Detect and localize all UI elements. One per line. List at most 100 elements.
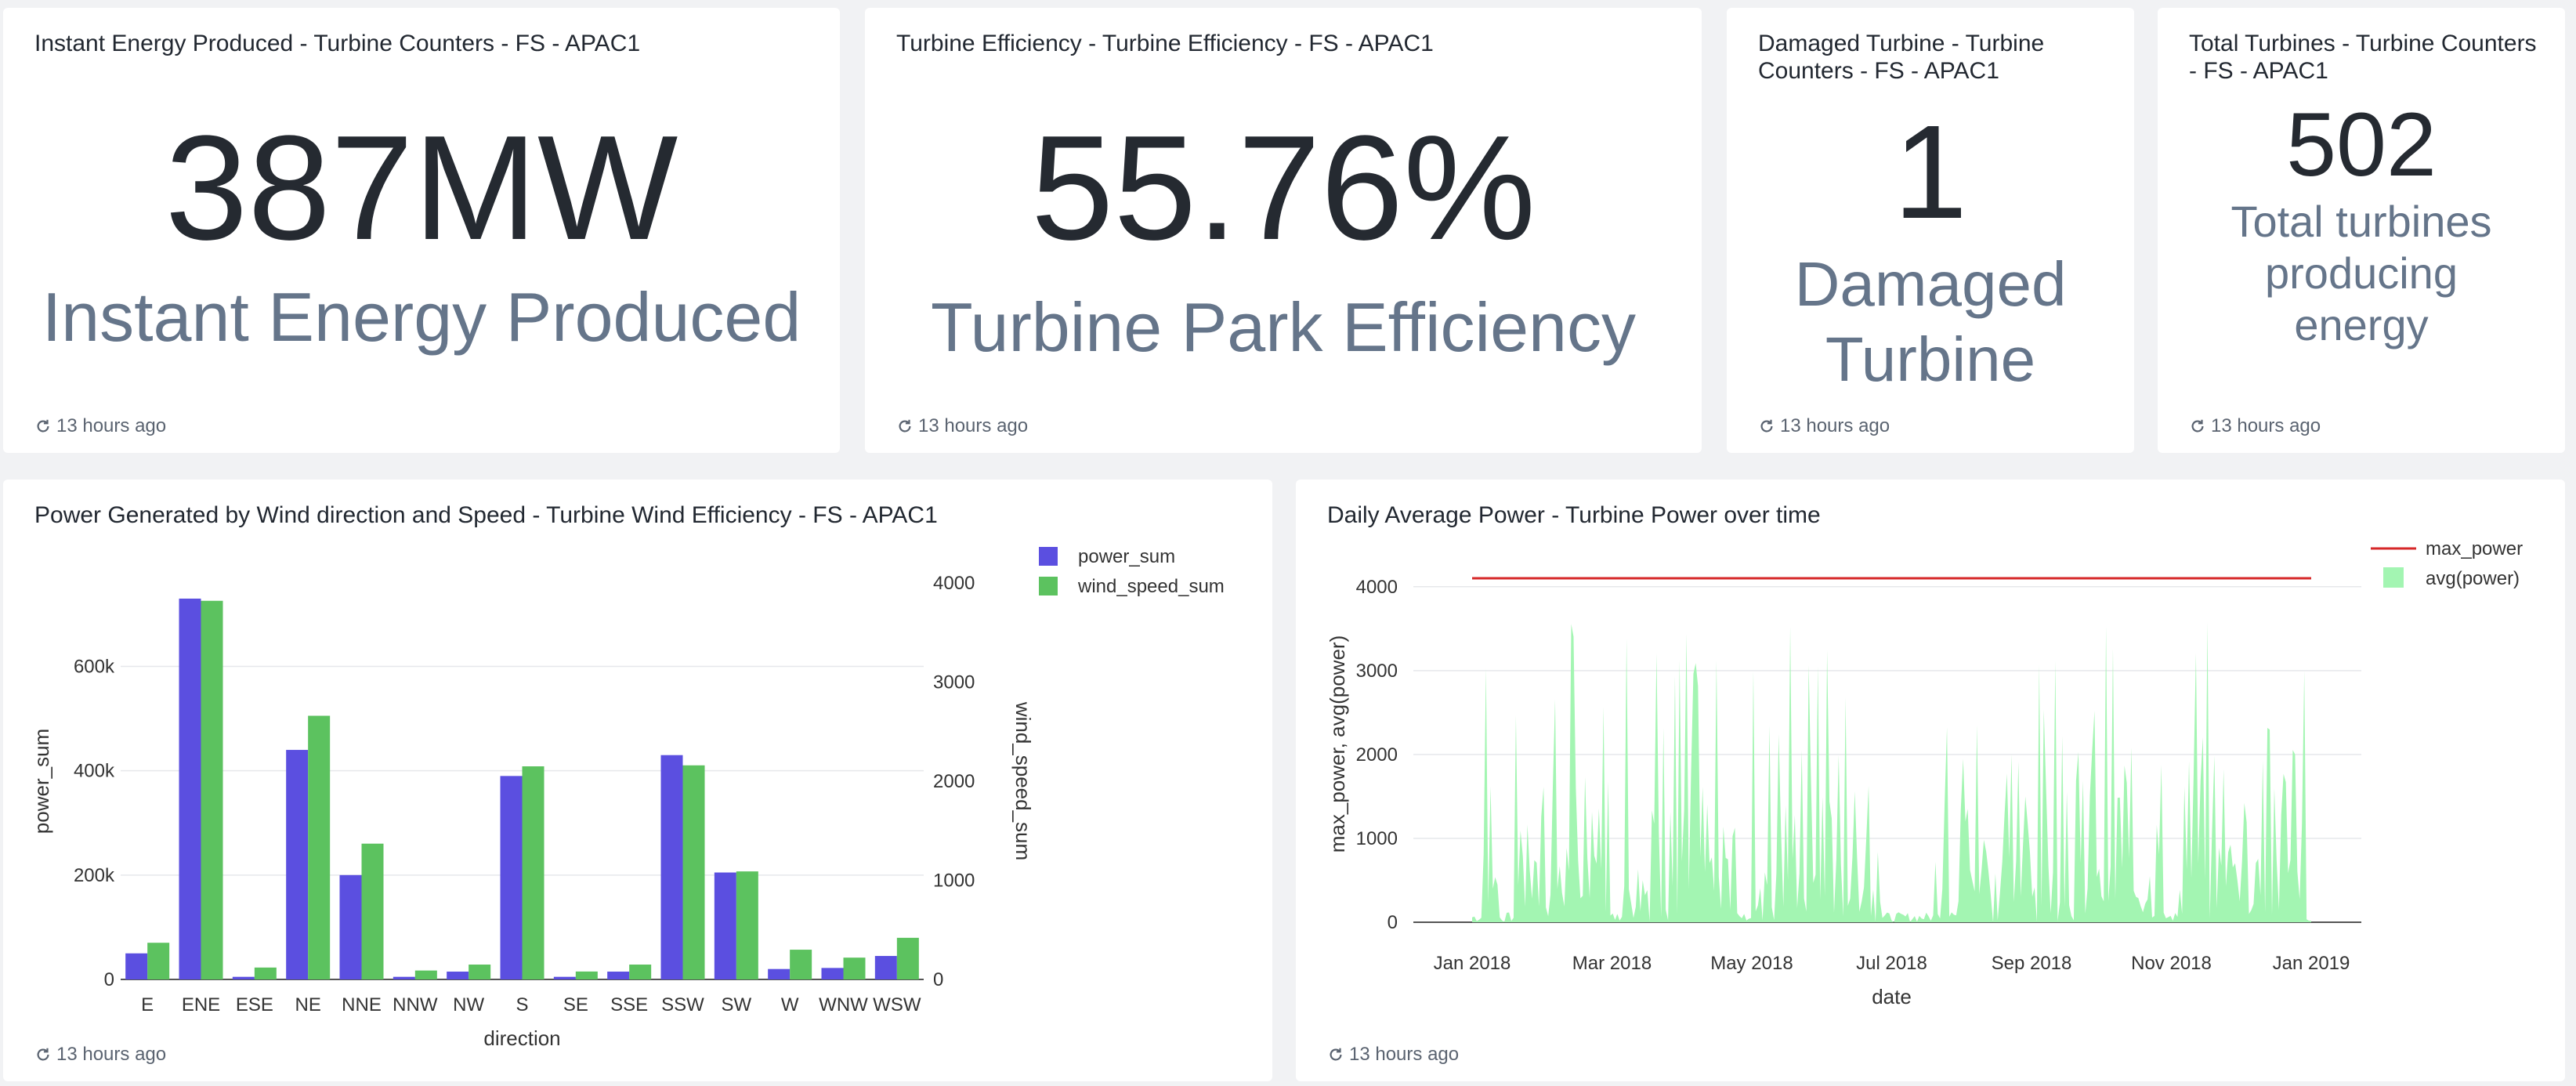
last-updated: 13 hours ago	[896, 415, 1028, 437]
y2-axis-title: wind_speed_sum	[1011, 701, 1035, 860]
updated-text: 13 hours ago	[1349, 1044, 1460, 1065]
y-tick-label: 1000	[1356, 828, 1398, 849]
y-tick-label: 0	[104, 969, 114, 990]
x-tick-label: Nov 2018	[2131, 953, 2212, 974]
x-axis-title: date	[1872, 985, 1912, 1008]
counter-label: Turbine Park Efficiency	[931, 288, 1636, 366]
counter-label: Total turbines producing energy	[2230, 197, 2492, 349]
bar-wind-speed-sum	[790, 950, 812, 979]
bar-power-sum	[339, 874, 362, 979]
x-tick-label: E	[141, 994, 154, 1015]
y-axis-title: max_power, avg(power)	[1326, 635, 1349, 853]
y-tick-label: 3000	[1356, 661, 1398, 682]
card-title: Total Turbines - Turbine Counters - FS -…	[2189, 31, 2537, 84]
bar-wind-speed-sum	[682, 765, 705, 979]
y-tick-label: 0	[1387, 912, 1398, 933]
legend-label: wind_speed_sum	[1077, 576, 1225, 597]
card-title: Instant Energy Produced - Turbine Counte…	[34, 31, 641, 56]
x-tick-label: ESE	[236, 994, 273, 1015]
refresh-icon	[1330, 1048, 1342, 1061]
x-tick-label: S	[516, 994, 528, 1015]
counter-label: Damaged Turbine	[1794, 249, 2067, 394]
counter-card-energy: Instant Energy Produced - Turbine Counte…	[3, 8, 840, 453]
bar-wind-speed-sum	[736, 871, 758, 979]
y2-tick-label: 4000	[933, 573, 975, 594]
legend-label: avg(power)	[2426, 568, 2520, 589]
bar-power-sum	[821, 968, 844, 979]
bar-power-sum	[768, 968, 791, 979]
counter-card-total: Total Turbines - Turbine Counters - FS -…	[2158, 8, 2565, 453]
refresh-icon	[2191, 419, 2204, 433]
bar-wind-speed-sum	[254, 967, 277, 979]
last-updated: 13 hours ago	[1327, 1044, 1459, 1066]
bar-power-sum	[393, 976, 415, 979]
x-tick-label: NE	[295, 994, 320, 1015]
y2-tick-label: 2000	[933, 771, 975, 792]
x-tick-label: Sep 2018	[1992, 953, 2072, 974]
bar-wind-speed-sum	[361, 843, 384, 979]
refresh-icon	[37, 419, 49, 433]
daily-power-chart: 0 1000 2000 3000 4000 Jan 2018 Mar 2018 May 201…	[1326, 538, 2523, 1008]
updated-text: 13 hours ago	[1780, 415, 1890, 436]
refresh-icon	[1760, 419, 1773, 433]
legend-swatch	[2383, 567, 2404, 588]
last-updated: 13 hours ago	[34, 415, 166, 437]
x-tick-label: SSE	[610, 994, 648, 1015]
bar-wind-speed-sum	[575, 971, 598, 979]
x-tick-label: Jan 2018	[1434, 953, 1511, 974]
x-tick-label: NNW	[393, 994, 438, 1015]
y-axis-title: power_sum	[30, 729, 53, 834]
x-tick-label: W	[781, 994, 799, 1015]
updated-text: 13 hours ago	[56, 415, 167, 436]
x-tick-label: SW	[721, 994, 751, 1015]
bar-wind-speed-sum	[522, 766, 545, 979]
y-tick-label: 2000	[1356, 744, 1398, 766]
x-tick-label: ENE	[182, 994, 220, 1015]
x-tick-label: SSW	[661, 994, 704, 1015]
y-tick-label: 200k	[74, 865, 115, 886]
x-tick-label: WSW	[873, 994, 921, 1015]
bar-power-sum	[125, 953, 148, 979]
wind-chart-card: Power Generated by Wind direction and Sp…	[3, 480, 1272, 1081]
bar-wind-speed-sum	[469, 965, 491, 979]
counter-value: 55.76%	[1030, 105, 1536, 271]
x-tick-label: Jan 2019	[2273, 953, 2350, 974]
x-tick-label: May 2018	[1710, 953, 1793, 974]
legend-label: max_power	[2426, 538, 2523, 559]
bar-wind-speed-sum	[147, 943, 170, 979]
legend-swatch	[1039, 577, 1058, 595]
counter-card-damaged: Damaged Turbine - Turbine Counters - FS …	[1727, 8, 2134, 453]
bar-power-sum	[500, 776, 523, 979]
bar-power-sum	[553, 976, 576, 979]
counter-value: 1	[1893, 98, 1968, 247]
last-updated: 13 hours ago	[2189, 415, 2321, 437]
area-avg-power	[1472, 622, 2311, 922]
x-tick-label: NW	[453, 994, 484, 1015]
bar-power-sum	[179, 598, 201, 979]
counter-value: 502	[2286, 95, 2437, 195]
x-tick-label: NNE	[342, 994, 382, 1015]
x-tick-label: Mar 2018	[1572, 953, 1652, 974]
card-title: Turbine Efficiency - Turbine Efficiency …	[896, 31, 1434, 56]
x-tick-label: WNW	[819, 994, 868, 1015]
bar-wind-speed-sum	[843, 957, 866, 979]
bar-wind-speed-sum	[201, 600, 223, 979]
bar-power-sum	[660, 755, 683, 979]
bar-power-sum	[874, 956, 897, 979]
bar-power-sum	[286, 750, 309, 979]
bar-power-sum	[232, 976, 255, 979]
x-axis-title: direction	[483, 1026, 560, 1050]
x-tick-label: Jul 2018	[1856, 953, 1927, 974]
legend-swatch	[1039, 547, 1058, 566]
bar-wind-speed-sum	[414, 970, 437, 979]
bar-power-sum	[447, 972, 469, 979]
card-title: Damaged Turbine - Turbine Counters - FS …	[1758, 31, 2045, 84]
y-tick-label: 400k	[74, 761, 115, 782]
y2-tick-label: 3000	[933, 672, 975, 693]
wind-direction-chart: 0 200k 400k 600k 0 1000 2000 3000 4000 E ENE ESE NE N…	[30, 546, 1225, 1050]
power-chart-card: Daily Average Power - Turbine Power over…	[1296, 480, 2565, 1081]
refresh-icon	[37, 1048, 49, 1061]
y-tick-label: 600k	[74, 657, 115, 678]
bar-power-sum	[607, 972, 630, 979]
refresh-icon	[899, 419, 911, 433]
